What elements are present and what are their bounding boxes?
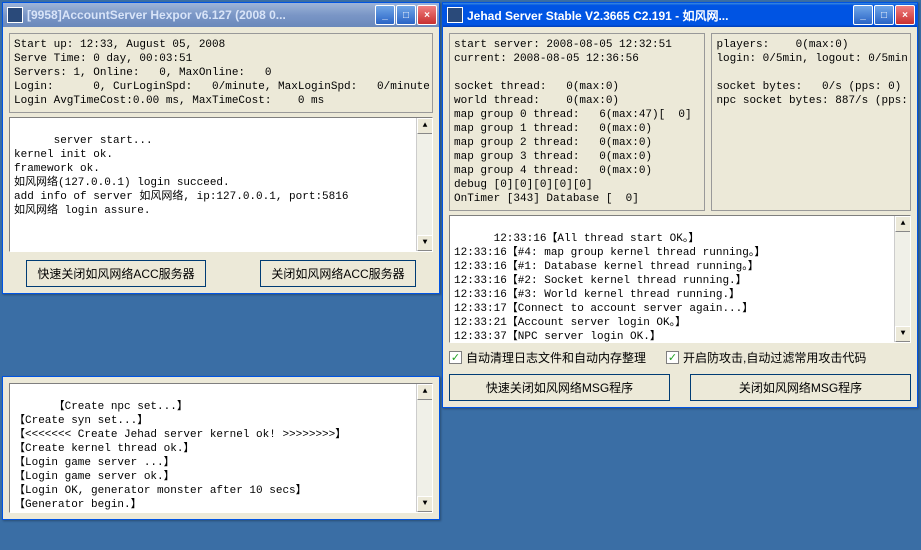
close-button[interactable]: ×: [895, 5, 915, 25]
scrollbar[interactable]: ▲ ▼: [894, 216, 910, 342]
button-row: 快速关闭如风网络MSG程序 关闭如风网络MSG程序: [449, 374, 911, 401]
checkbox-label: 开启防攻击,自动过滤常用攻击代码: [683, 349, 866, 366]
scroll-down-icon[interactable]: ▼: [417, 496, 433, 512]
window-body: start server: 2008-08-05 12:32:51 curren…: [443, 27, 917, 407]
window-body: Start up: 12:33, August 05, 2008 Serve T…: [3, 27, 439, 293]
checkbox-icon: ✓: [449, 351, 462, 364]
scrollbar[interactable]: ▲ ▼: [416, 384, 432, 512]
close-msg-button[interactable]: 关闭如风网络MSG程序: [690, 374, 911, 401]
close-acc-button[interactable]: 关闭如风网络ACC服务器: [260, 260, 415, 287]
fast-close-acc-button[interactable]: 快速关闭如风网络ACC服务器: [26, 260, 205, 287]
anti-attack-checkbox[interactable]: ✓ 开启防攻击,自动过滤常用攻击代码: [666, 349, 866, 366]
window-title: [9958]AccountServer Hexpor v6.127 (2008 …: [27, 8, 375, 22]
log-content: 12:33:16【All thread start OK。】 12:33:16【…: [454, 233, 765, 343]
title-buttons: _ □ ×: [375, 5, 437, 25]
log-textarea[interactable]: server start... kernel init ok. framewor…: [9, 117, 433, 252]
app-icon: [7, 7, 23, 23]
scroll-down-icon[interactable]: ▼: [895, 326, 911, 342]
scroll-up-icon[interactable]: ▲: [417, 384, 433, 400]
options-row: ✓ 自动清理日志文件和自动内存整理 ✓ 开启防攻击,自动过滤常用攻击代码: [449, 349, 911, 366]
account-server-window: [9958]AccountServer Hexpor v6.127 (2008 …: [2, 2, 440, 294]
scroll-track[interactable]: [895, 232, 910, 326]
window-body: 【Create npc set...】 【Create syn set...】 …: [3, 377, 439, 519]
app-icon: [447, 7, 463, 23]
minimize-button[interactable]: _: [853, 5, 873, 25]
minimize-button[interactable]: _: [375, 5, 395, 25]
button-row: 快速关闭如风网络ACC服务器 关闭如风网络ACC服务器: [9, 260, 433, 287]
scroll-up-icon[interactable]: ▲: [895, 216, 911, 232]
log-content: 【Create npc set...】 【Create syn set...】 …: [14, 401, 346, 511]
scroll-track[interactable]: [417, 134, 432, 235]
fast-close-msg-button[interactable]: 快速关闭如风网络MSG程序: [449, 374, 670, 401]
maximize-button[interactable]: □: [396, 5, 416, 25]
log-textarea[interactable]: 12:33:16【All thread start OK。】 12:33:16【…: [449, 215, 911, 343]
log-textarea[interactable]: 【Create npc set...】 【Create syn set...】 …: [9, 383, 433, 513]
titlebar[interactable]: [9958]AccountServer Hexpor v6.127 (2008 …: [3, 3, 439, 27]
title-buttons: _ □ ×: [853, 5, 915, 25]
scrollbar[interactable]: ▲ ▼: [416, 118, 432, 251]
window-title: Jehad Server Stable V2.3665 C2.191 - 如风网…: [467, 7, 853, 24]
checkbox-icon: ✓: [666, 351, 679, 364]
npc-server-window: 【Create npc set...】 【Create syn set...】 …: [2, 376, 440, 520]
titlebar[interactable]: Jehad Server Stable V2.3665 C2.191 - 如风网…: [443, 3, 917, 27]
maximize-button[interactable]: □: [874, 5, 894, 25]
scroll-track[interactable]: [417, 400, 432, 496]
jehad-server-window: Jehad Server Stable V2.3665 C2.191 - 如风网…: [442, 2, 918, 408]
scroll-down-icon[interactable]: ▼: [417, 235, 433, 251]
log-content: server start... kernel init ok. framewor…: [14, 135, 348, 217]
network-status-panel: players: 0(max:0) login: 0/5min, logout:…: [711, 33, 911, 211]
server-status-panel: start server: 2008-08-05 12:32:51 curren…: [449, 33, 705, 211]
checkbox-label: 自动清理日志文件和自动内存整理: [466, 349, 646, 366]
info-columns: start server: 2008-08-05 12:32:51 curren…: [449, 33, 911, 215]
close-button[interactable]: ×: [417, 5, 437, 25]
status-panel: Start up: 12:33, August 05, 2008 Serve T…: [9, 33, 433, 113]
scroll-up-icon[interactable]: ▲: [417, 118, 433, 134]
auto-cleanup-checkbox[interactable]: ✓ 自动清理日志文件和自动内存整理: [449, 349, 646, 366]
